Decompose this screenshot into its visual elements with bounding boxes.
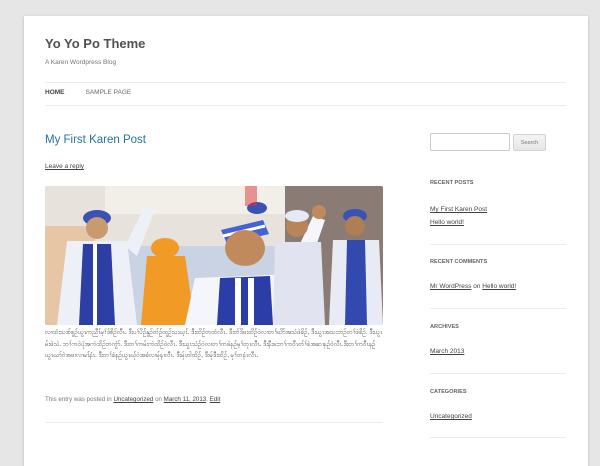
main-navigation: HOME SAMPLE PAGE	[45, 89, 131, 102]
nav-item-sample-page[interactable]: SAMPLE PAGE	[86, 89, 132, 102]
leave-reply-link[interactable]: Leave a reply	[45, 163, 84, 170]
widget-divider	[430, 373, 566, 374]
recent-post-link[interactable]: My First Karen Post	[430, 206, 487, 213]
recent-comment-item: Mr WordPress on Hello world!	[430, 283, 516, 290]
nav-top-divider	[45, 82, 566, 83]
edit-link[interactable]: Edit	[210, 396, 221, 403]
nav-bottom-divider	[45, 105, 566, 106]
search-button[interactable]: Search	[513, 134, 546, 151]
archive-link[interactable]: March 2013	[430, 348, 464, 355]
widget-divider	[430, 244, 566, 245]
archive-item[interactable]: March 2013	[430, 348, 464, 355]
nav-item-home[interactable]: HOME	[45, 89, 65, 102]
category-item[interactable]: Uncategorized	[430, 413, 472, 420]
recent-posts-title: RECENT POSTS	[430, 180, 474, 186]
post-divider	[45, 422, 383, 423]
recent-comments-title: RECENT COMMENTS	[430, 259, 488, 265]
widget-divider	[430, 308, 566, 309]
comment-post-link[interactable]: Hello world!	[482, 283, 516, 290]
post-date-link[interactable]: March 11, 2013	[164, 396, 207, 403]
categories-title: CATEGORIES	[430, 389, 467, 395]
category-widget-link[interactable]: Uncategorized	[430, 413, 472, 420]
archives-title: ARCHIVES	[430, 324, 459, 330]
page-container: Yo Yo Po Theme A Karen Wordpress Blog HO…	[24, 16, 588, 466]
post-content: လၢထံးသးစ်စူဉ်ယွၤကညီၤ်မ့ၢ်ဒ်စိဉ်လီၤ. ဒီးပ…	[45, 329, 383, 359]
meta-on: on	[153, 396, 164, 403]
recent-post-link[interactable]: Hello world!	[430, 219, 464, 226]
comment-author-link[interactable]: Mr WordPress	[430, 283, 471, 290]
recent-post-item[interactable]: Hello world!	[430, 219, 464, 226]
recent-post-item[interactable]: My First Karen Post	[430, 206, 487, 213]
widget-divider	[430, 437, 566, 438]
site-description: A Karen Wordpress Blog	[45, 59, 117, 66]
category-link[interactable]: Uncategorized	[113, 396, 153, 403]
site-title[interactable]: Yo Yo Po Theme	[45, 36, 145, 51]
post-meta: This entry was posted in Uncategorized o…	[45, 396, 383, 403]
comment-on-text: on	[471, 283, 483, 290]
post-featured-image	[45, 186, 383, 325]
search-input[interactable]	[430, 133, 510, 151]
post-title[interactable]: My First Karen Post	[45, 134, 146, 146]
meta-prefix: This entry was posted in	[45, 396, 114, 403]
